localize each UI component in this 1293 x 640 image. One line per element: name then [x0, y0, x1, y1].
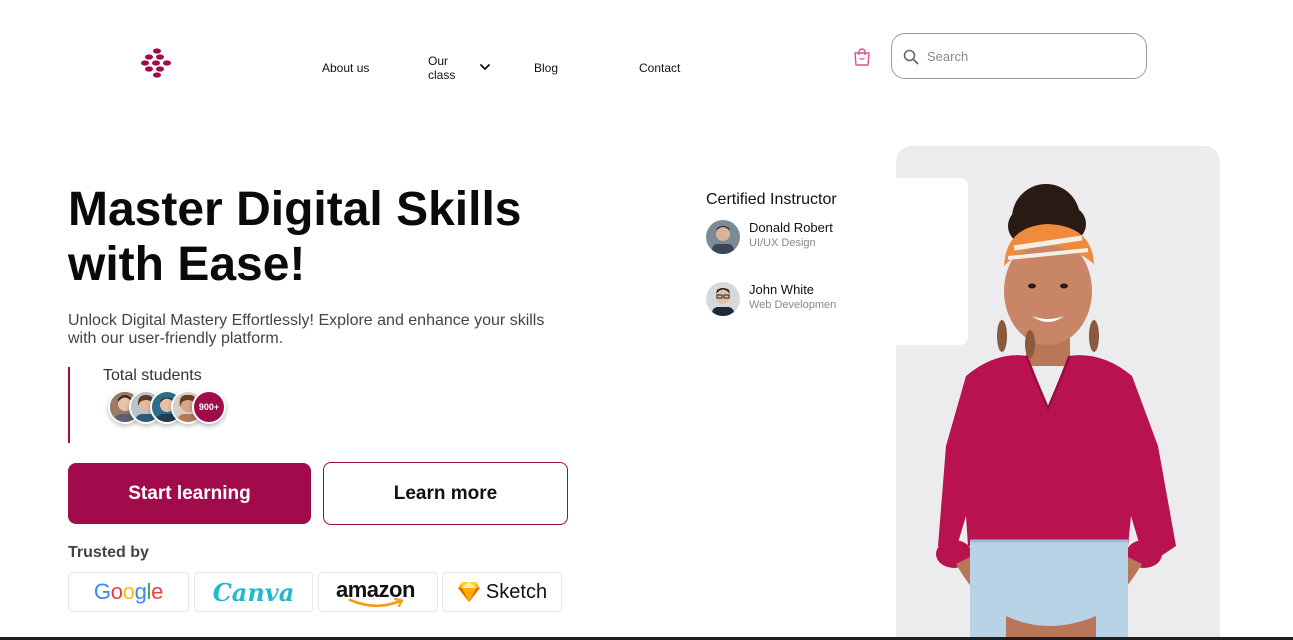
- google-logo: Google: [68, 572, 189, 612]
- sketch-diamond-icon: [457, 582, 480, 602]
- search-box[interactable]: [891, 33, 1147, 79]
- nav-our-class-link[interactable]: Our class: [428, 54, 468, 82]
- avatar: [706, 282, 740, 316]
- instructor-name: Donald Robert: [749, 220, 833, 235]
- start-learning-button[interactable]: Start learning: [68, 463, 311, 524]
- google-wordmark: Google: [93, 579, 164, 604]
- learn-more-button[interactable]: Learn more: [323, 462, 568, 525]
- search-icon: [903, 49, 919, 65]
- amazon-logo: amazon: [318, 572, 438, 612]
- instructor-name: John White: [749, 282, 815, 297]
- sketch-logo: Sketch: [442, 572, 562, 612]
- instructor-role: Web Developmen: [749, 299, 837, 311]
- hero-subtitle: Unlock Digital Mastery Effortlessly! Exp…: [68, 312, 545, 347]
- nav-blog-link[interactable]: Blog: [534, 61, 558, 75]
- trusted-by-label: Trusted by: [68, 544, 149, 561]
- chevron-down-icon[interactable]: [479, 61, 491, 73]
- search-input[interactable]: [927, 46, 1127, 66]
- amazon-smile-icon: [348, 597, 404, 608]
- dots-logo-icon[interactable]: [140, 46, 180, 80]
- student-avatars: 900+: [108, 390, 238, 424]
- instructor-role: UI/UX Design: [749, 237, 816, 249]
- canva-wordmark: Canva: [212, 577, 295, 607]
- avatar: [706, 220, 740, 254]
- sketch-wordmark: Sketch: [485, 580, 548, 603]
- hero-title: Master Digital Skills with Ease!: [68, 183, 522, 291]
- nav-contact-link[interactable]: Contact: [639, 61, 680, 75]
- shopping-bag-icon[interactable]: [853, 47, 871, 67]
- students-count-badge: 900+: [192, 390, 226, 424]
- total-students-label: Total students: [103, 367, 202, 384]
- total-students-block: Total students 900+: [68, 367, 268, 443]
- canva-logo: Canva: [194, 572, 313, 612]
- certified-instructor-title: Certified Instructor: [706, 191, 837, 208]
- nav-about-us-link[interactable]: About us: [322, 61, 369, 75]
